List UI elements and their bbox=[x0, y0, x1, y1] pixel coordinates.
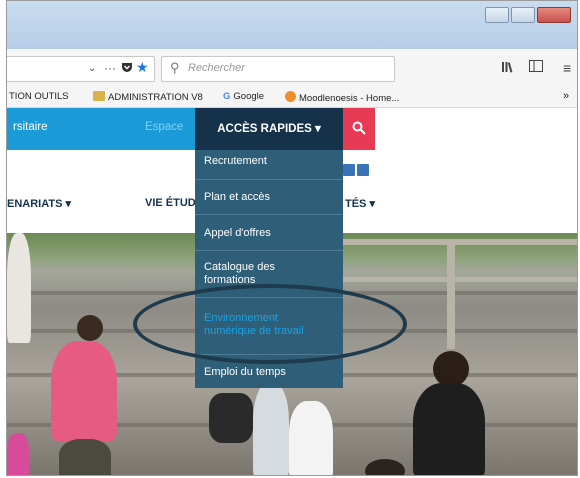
top-blue-bar: rsitaire Espace bbox=[7, 108, 195, 150]
person-figure bbox=[7, 433, 29, 475]
bookmark-item[interactable]: G Google bbox=[223, 91, 264, 102]
railing bbox=[337, 277, 577, 282]
person-pink-shirt bbox=[51, 341, 117, 441]
dropdown-item-emploi-du-temps[interactable]: Emploi du temps bbox=[195, 366, 343, 379]
social-icon[interactable] bbox=[343, 164, 355, 176]
moodle-icon bbox=[285, 91, 296, 102]
dropdown-item-appel-offres[interactable]: Appel d'offres bbox=[195, 227, 343, 240]
more-icon[interactable]: ··· bbox=[104, 60, 116, 76]
bookmark-item[interactable]: Moodlenoesis - Home... bbox=[285, 91, 399, 104]
bookmark-label: Moodlenoesis - Home... bbox=[299, 93, 400, 104]
site-navigation: rsitaire Espace ACCÈS RAPIDES ▾ bbox=[7, 108, 577, 150]
person-bag bbox=[209, 393, 253, 443]
site-search-button[interactable] bbox=[343, 108, 375, 150]
acces-rapides-button[interactable]: ACCÈS RAPIDES ▾ bbox=[195, 108, 343, 150]
person-head bbox=[365, 459, 405, 475]
search-icon bbox=[352, 121, 366, 135]
dropdown-item-recrutement[interactable]: Recrutement bbox=[195, 155, 343, 168]
menu-partenariats[interactable]: ENARIATS ▾ bbox=[7, 197, 71, 210]
person-figure bbox=[289, 401, 333, 475]
person-head bbox=[433, 351, 469, 387]
dropdown-divider bbox=[195, 250, 343, 251]
menu-vie-etudiante[interactable]: VIE ÉTUD bbox=[145, 197, 196, 209]
minimize-button[interactable] bbox=[485, 7, 509, 23]
sidebar-icon[interactable] bbox=[529, 60, 543, 76]
chevron-down-icon[interactable]: ⌄ bbox=[88, 61, 96, 77]
search-placeholder: Rechercher bbox=[188, 62, 245, 74]
window-controls bbox=[485, 7, 571, 23]
bookmark-item[interactable]: TION OUTILS bbox=[9, 91, 69, 102]
browser-window: ⌄ ··· ★ ⚲ Rechercher ≡ TION OUTILS ADMIN… bbox=[6, 0, 578, 476]
star-icon[interactable]: ★ bbox=[136, 59, 149, 75]
bookmark-item[interactable]: ADMINISTRATION V8 bbox=[93, 91, 203, 103]
library-icon[interactable] bbox=[501, 60, 515, 78]
pocket-icon[interactable] bbox=[121, 61, 133, 77]
person-figure bbox=[7, 233, 31, 343]
site-link-universitaire[interactable]: rsitaire bbox=[13, 121, 48, 133]
dropdown-item-plan-acces[interactable]: Plan et accès bbox=[195, 191, 343, 204]
person-legs bbox=[59, 439, 111, 475]
bookmarks-overflow-button[interactable]: » bbox=[563, 90, 569, 102]
search-bar[interactable]: ⚲ Rechercher bbox=[161, 56, 395, 82]
railing-post bbox=[447, 239, 455, 349]
bookmarks-toolbar: TION OUTILS ADMINISTRATION V8 G Google Mo… bbox=[7, 87, 577, 108]
close-button[interactable] bbox=[537, 7, 571, 23]
window-title-bar bbox=[7, 1, 577, 50]
hamburger-icon[interactable]: ≡ bbox=[563, 60, 571, 76]
railing bbox=[337, 239, 577, 245]
bookmark-label: Google bbox=[233, 91, 265, 102]
bookmark-label: ADMINISTRATION V8 bbox=[108, 92, 203, 103]
facebook-icon[interactable] bbox=[357, 164, 369, 176]
bookmark-label: TION OUTILS bbox=[9, 91, 69, 102]
social-icons bbox=[343, 164, 371, 179]
person-head bbox=[77, 315, 103, 341]
dropdown-divider bbox=[195, 179, 343, 180]
maximize-button[interactable] bbox=[511, 7, 535, 23]
search-icon: ⚲ bbox=[170, 60, 180, 75]
dropdown-divider bbox=[195, 214, 343, 215]
google-icon: G bbox=[223, 91, 231, 102]
menu-activites[interactable]: TÉS ▾ bbox=[345, 197, 375, 210]
highlight-ellipse bbox=[133, 284, 407, 364]
person-black-outfit bbox=[413, 383, 485, 475]
address-bar[interactable]: ⌄ ··· ★ bbox=[7, 56, 155, 82]
folder-icon bbox=[93, 91, 105, 101]
person-figure bbox=[253, 383, 289, 475]
site-link-espace[interactable]: Espace bbox=[145, 121, 183, 133]
browser-toolbar: ⌄ ··· ★ ⚲ Rechercher ≡ bbox=[7, 49, 577, 88]
